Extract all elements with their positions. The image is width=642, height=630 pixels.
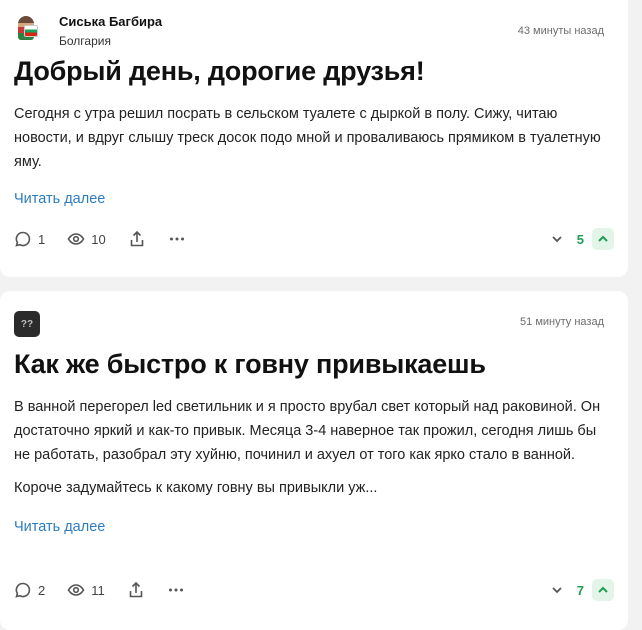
more-dots-icon: [169, 237, 184, 241]
comments-button[interactable]: 2: [14, 581, 45, 599]
post-time: 43 минуты назад: [517, 25, 604, 37]
post-body: Сегодня с утра решил посрать в сельском …: [14, 102, 604, 174]
comments-count: 1: [38, 231, 46, 247]
eye-icon: [67, 233, 85, 245]
post-paragraph: В ванной перегорел led светильник и я пр…: [14, 399, 601, 463]
comments-button[interactable]: 1: [14, 230, 45, 248]
author-name[interactable]: Сиська Багбира: [59, 13, 518, 31]
views-count: 11: [91, 582, 105, 598]
post-title[interactable]: Как же быстро к говну привыкаешь: [14, 346, 614, 382]
post-header: ?? 51 минуту назад: [14, 291, 614, 343]
views-counter: 10: [67, 230, 106, 248]
chevron-down-icon: [552, 587, 562, 594]
share-icon: [129, 581, 143, 598]
author-avatar[interactable]: [14, 15, 40, 41]
share-button[interactable]: [127, 581, 145, 599]
post-title[interactable]: Добрый день, дорогие друзья!: [14, 53, 614, 89]
read-more-link[interactable]: Читать далее: [14, 189, 105, 209]
views-counter: 11: [67, 581, 105, 599]
downvote-button[interactable]: [547, 580, 567, 600]
read-more-link[interactable]: Читать далее: [14, 517, 105, 537]
post-actions: 1 10 5: [14, 228, 614, 250]
post-body: В ванной перегорел led светильник и я пр…: [14, 395, 604, 500]
author-subtitle[interactable]: Болгария: [59, 32, 518, 50]
author-info: Сиська Багбира Болгария: [59, 12, 518, 50]
chevron-down-icon: [552, 236, 562, 243]
vote-controls: 5: [547, 228, 614, 250]
vote-controls: 7: [547, 579, 614, 601]
rating-value: 7: [576, 582, 584, 598]
downvote-button[interactable]: [547, 229, 567, 249]
upvote-button[interactable]: [592, 228, 614, 250]
share-button[interactable]: [128, 230, 146, 248]
views-count: 10: [91, 231, 106, 247]
more-options-button[interactable]: [167, 581, 185, 599]
post-paragraph: Короче задумайтесь к какому говну вы при…: [14, 480, 378, 496]
post-time: 51 минуту назад: [520, 316, 604, 328]
comment-icon: [15, 582, 31, 598]
post-feed: Сиська Багбира Болгария 43 минуты назад …: [0, 0, 628, 630]
chevron-up-icon: [598, 235, 608, 242]
comment-icon: [15, 231, 31, 247]
comments-count: 2: [38, 582, 46, 598]
more-options-button[interactable]: [168, 230, 186, 248]
more-dots-icon: [168, 588, 183, 592]
bulgarian-flag-icon: [24, 25, 38, 37]
upvote-button[interactable]: [592, 579, 614, 601]
post-card: Сиська Багбира Болгария 43 минуты назад …: [0, 0, 628, 277]
eye-icon: [67, 584, 85, 596]
rating-value: 5: [576, 231, 584, 247]
post-card: ?? 51 минуту назад Как же быстро к говну…: [0, 291, 628, 630]
author-avatar[interactable]: ??: [14, 311, 40, 337]
post-paragraph: Сегодня с утра решил посрать в сельском …: [14, 106, 601, 170]
post-header: Сиська Багбира Болгария 43 минуты назад: [14, 0, 614, 52]
share-icon: [130, 230, 144, 247]
chevron-up-icon: [598, 586, 608, 593]
post-actions: 2 11 7: [14, 579, 614, 601]
